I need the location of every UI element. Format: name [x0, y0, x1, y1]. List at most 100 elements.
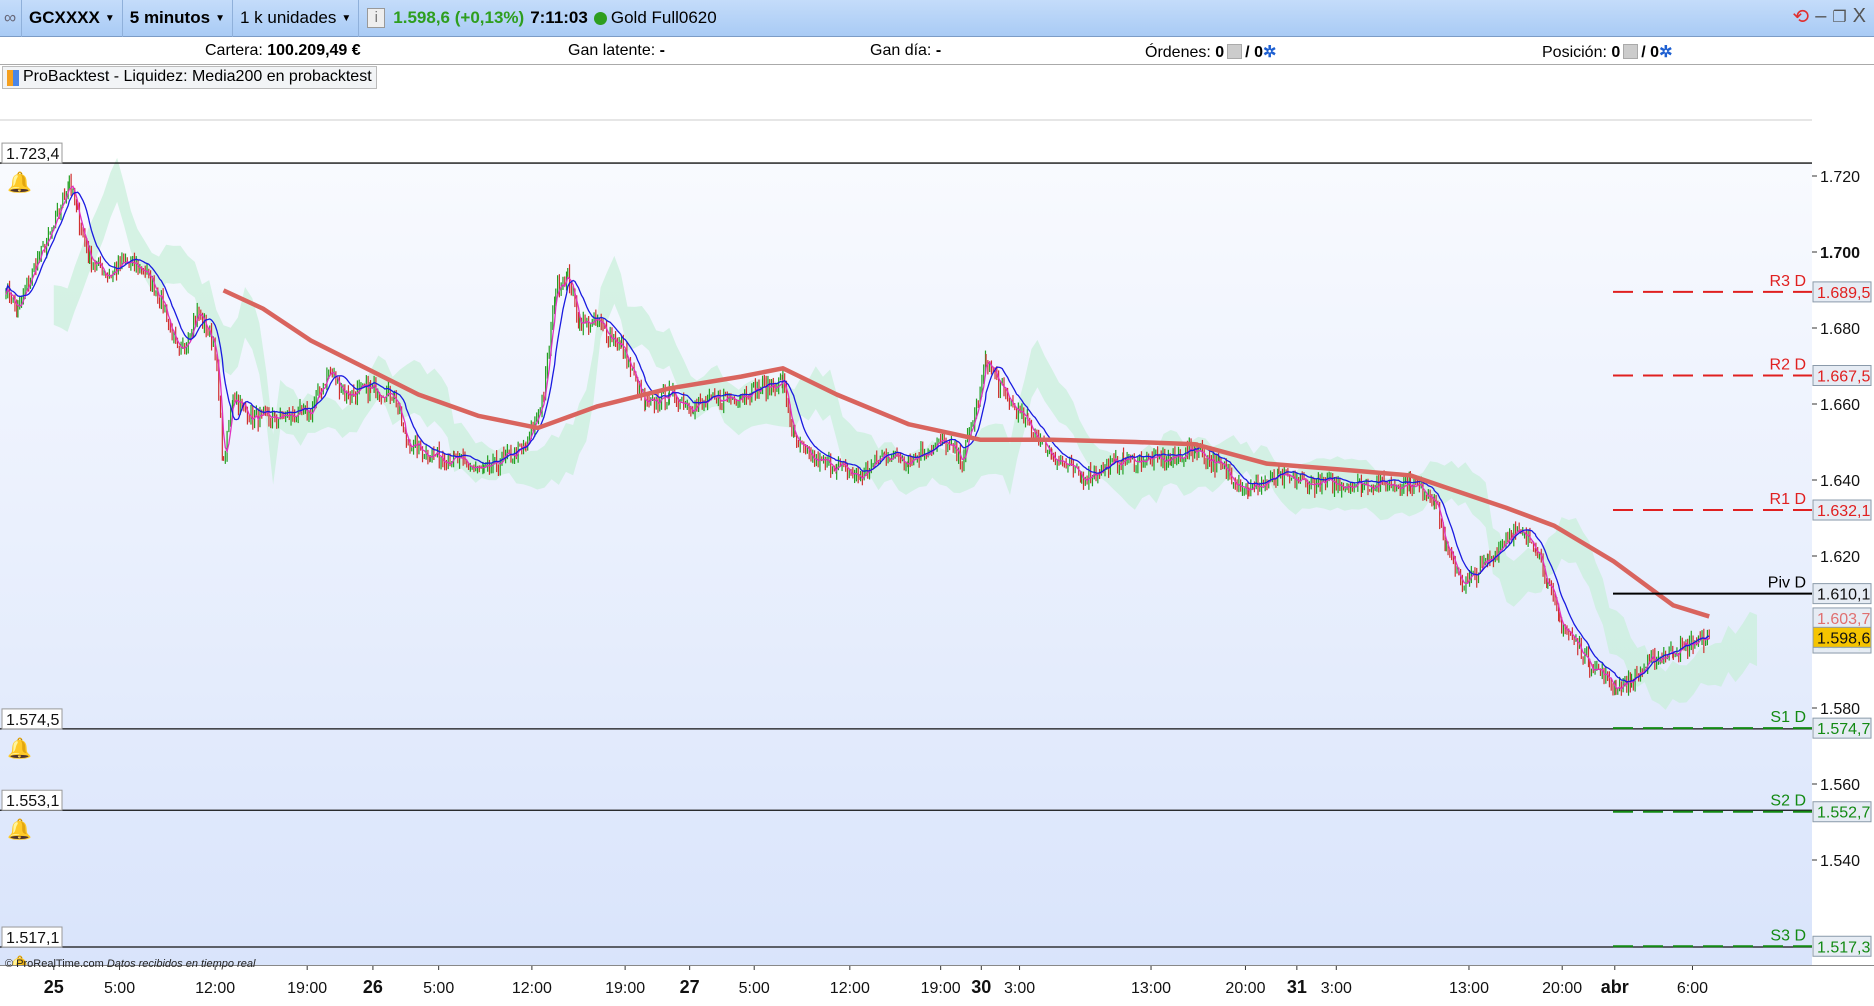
gear-icon[interactable]: ✲ — [1263, 44, 1276, 61]
price-axis-svg: 1.689,5 1.667,5 1.632,1 1.610,1 1.574,7 1.552… — [1812, 169, 1872, 957]
info-icon[interactable]: i — [367, 8, 386, 28]
y-tick-label: 1.560 — [1820, 777, 1860, 794]
y-tick-label: 1.620 — [1820, 549, 1860, 566]
alert-label: 1.553,1 — [6, 793, 59, 810]
toolbar: ∞ GCXXXX ▼ 5 minutos ▼ 1 k unidades ▼ i 1.5… — [0, 0, 1874, 37]
x-tick-label: 3:00 — [1004, 980, 1035, 997]
pivot-price-label: 1.552,7 — [1817, 805, 1870, 822]
pivot-name: R1 D — [1770, 491, 1806, 508]
x-tick-label: 12:00 — [195, 980, 235, 997]
pivot-price-label: 1.610,1 — [1817, 587, 1870, 604]
y-tick-label: 1.700 — [1820, 245, 1860, 262]
strategy-legend[interactable]: ProBacktest - Liquidez: Media200 en prob… — [2, 66, 377, 89]
x-tick-label: 20:00 — [1225, 980, 1265, 997]
x-tick-label: 5:00 — [739, 980, 770, 997]
last-price-label: 1.598,6 — [1817, 630, 1870, 647]
last-price: 1.598,6 (+0,13%) — [393, 8, 525, 27]
alert-label: 1.723,4 — [6, 146, 59, 163]
pivot-price-label: 1.667,5 — [1817, 369, 1870, 386]
x-tick-label: 31 — [1287, 977, 1307, 997]
status-dot-icon — [593, 11, 607, 25]
chevron-down-icon: ▼ — [104, 12, 115, 24]
cancel-orders-icon[interactable] — [1227, 44, 1243, 59]
pivot-name: S3 D — [1770, 927, 1806, 944]
time-axis[interactable]: 25 5:00 12:00 19:00 26 5:00 12:00 19:00 27 5:00 12… — [0, 965, 1874, 1000]
link-icon[interactable]: ∞ — [0, 0, 22, 37]
last-time: 7:11:03 — [530, 8, 588, 27]
account-bar: Cartera: 100.209,49 € Gan latente: - Gan… — [0, 37, 1874, 65]
posicion-label: Posición: — [1542, 44, 1607, 61]
posicion-total: / 0 — [1641, 44, 1660, 61]
y-tick-label: 1.580 — [1820, 701, 1860, 718]
gear-icon[interactable]: ✲ — [1659, 44, 1672, 61]
x-tick-label: 13:00 — [1449, 980, 1489, 997]
legend-swatch — [7, 70, 19, 86]
x-tick-label: 19:00 — [287, 980, 327, 997]
footer: © ProRealTime.com Datos recibidos en tie… — [5, 958, 255, 970]
x-tick-label: 5:00 — [423, 980, 454, 997]
price-chart[interactable]: 1.723,4🔔1.574,5🔔1.553,1🔔1.517,1🔔R3 DR2 D… — [0, 90, 1812, 978]
minimize-icon[interactable]: – — [1815, 5, 1826, 28]
symbol-select[interactable]: GCXXXX ▼ — [22, 0, 123, 37]
x-tick-label: 25 — [44, 977, 64, 997]
pivot-price-label: 1.517,3 — [1817, 939, 1870, 956]
ordenes-total: / 0 — [1245, 44, 1263, 61]
close-icon[interactable]: X — [1853, 5, 1866, 28]
cartera-label: Cartera: — [205, 42, 263, 59]
cartera-value: 100.209,49 € — [267, 42, 361, 59]
data-status: Datos recibidos en tiempo real — [106, 958, 256, 970]
instrument-name: Gold Full0620 — [610, 8, 717, 27]
pivot-name: R3 D — [1770, 273, 1806, 290]
chart-background — [0, 90, 1812, 965]
pivot-name: Piv D — [1768, 575, 1806, 592]
alert-label: 1.517,1 — [6, 930, 59, 947]
x-tick-label: 26 — [363, 977, 383, 997]
chart-plot[interactable]: 1.723,4🔔1.574,5🔔1.553,1🔔1.517,1🔔R3 DR2 D… — [0, 90, 1812, 978]
time-axis-svg: 25 5:00 12:00 19:00 26 5:00 12:00 19:00 27 5:00 12… — [44, 966, 1708, 997]
ordenes-label: Órdenes: — [1145, 44, 1211, 61]
price-axis[interactable]: 1.689,5 1.667,5 1.632,1 1.610,1 1.574,7 1.552… — [1812, 90, 1874, 965]
chevron-down-icon: ▼ — [215, 12, 225, 24]
posicion-value: 0 — [1611, 44, 1621, 61]
x-tick-label: 30 — [971, 977, 991, 997]
ma-price-label: 1.603,7 — [1817, 611, 1870, 628]
y-tick-label: 1.660 — [1820, 397, 1860, 414]
refresh-icon[interactable]: ⟲ — [1792, 4, 1809, 29]
pivot-name: S1 D — [1770, 709, 1806, 726]
y-tick-label: 1.540 — [1820, 853, 1860, 870]
bell-icon[interactable]: 🔔 — [7, 737, 32, 760]
gan-dia-value: - — [935, 42, 942, 59]
copyright: © ProRealTime.com — [5, 958, 104, 970]
x-tick-label: 12:00 — [830, 980, 870, 997]
restore-icon[interactable]: ❐ — [1832, 7, 1846, 27]
x-tick-label: 5:00 — [104, 980, 135, 997]
gan-latente-value: - — [659, 42, 665, 59]
x-tick-label: 12:00 — [512, 980, 552, 997]
pivot-price-label: 1.574,7 — [1817, 721, 1870, 738]
chart-top-band — [0, 90, 1812, 164]
units-label: 1 k unidades — [239, 8, 337, 27]
pivot-price-label: 1.632,1 — [1817, 503, 1870, 520]
x-tick-label: 6:00 — [1677, 980, 1708, 997]
units-select[interactable]: 1 k unidades ▼ — [233, 0, 360, 37]
gan-dia-label: Gan día: — [870, 42, 932, 59]
ordenes-value: 0 — [1215, 44, 1225, 61]
x-tick-label: 27 — [680, 977, 700, 997]
bell-icon[interactable]: 🔔 — [7, 171, 32, 194]
y-tick-label: 1.640 — [1820, 473, 1860, 490]
x-tick-label: 20:00 — [1542, 980, 1582, 997]
close-position-icon[interactable] — [1623, 44, 1639, 59]
symbol-label: GCXXXX — [29, 8, 100, 27]
gan-latente-label: Gan latente: — [568, 42, 656, 59]
pivot-name: R2 D — [1770, 357, 1806, 374]
chevron-down-icon: ▼ — [341, 12, 352, 24]
timeframe-select[interactable]: 5 minutos ▼ — [123, 0, 233, 37]
y-tick-label: 1.720 — [1820, 169, 1860, 186]
x-tick-label: 19:00 — [605, 980, 645, 997]
pivot-name: S2 D — [1770, 793, 1806, 810]
y-tick-label: 1.680 — [1820, 321, 1860, 338]
alert-label: 1.574,5 — [6, 712, 59, 729]
x-tick-label: 19:00 — [921, 980, 961, 997]
bell-icon[interactable]: 🔔 — [7, 818, 32, 841]
x-tick-label: 13:00 — [1131, 980, 1171, 997]
